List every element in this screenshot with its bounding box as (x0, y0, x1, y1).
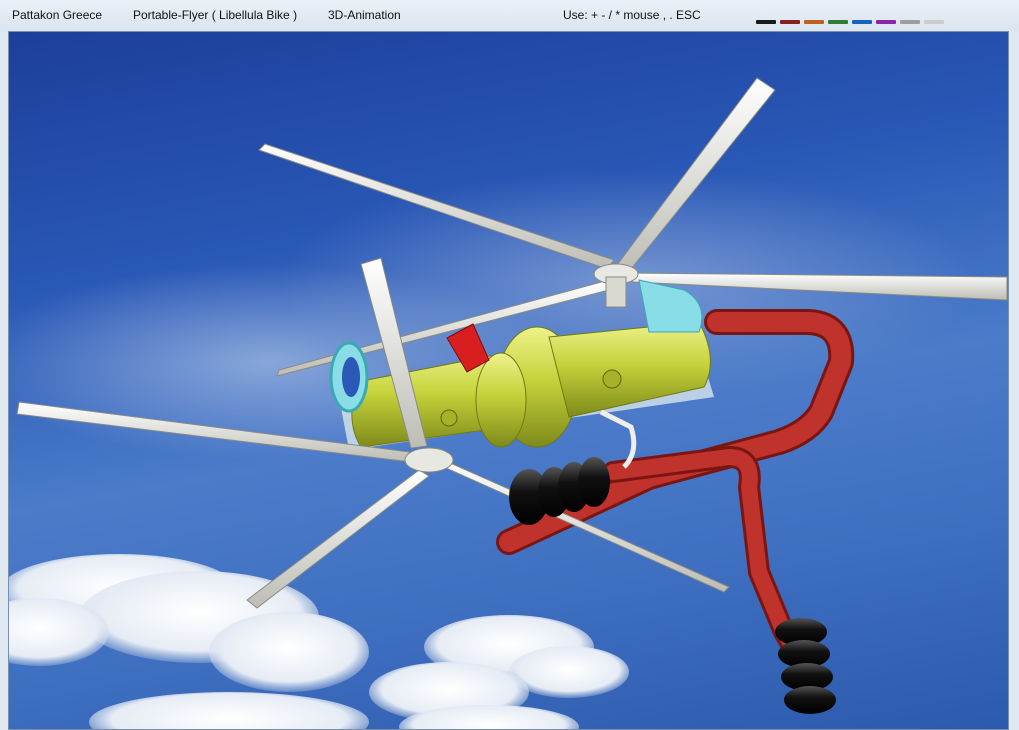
right-grip[interactable] (775, 618, 836, 714)
menu-bar: Pattakon Greece Portable-Flyer ( Libellu… (0, 0, 1019, 30)
menu-3d-animation[interactable]: 3D-Animation (328, 8, 401, 22)
controls-hint: Use: + - / * mouse , . ESC (563, 8, 701, 22)
palette-swatch[interactable] (804, 20, 824, 24)
hook (599, 409, 637, 469)
palette-swatch[interactable] (828, 20, 848, 24)
menu-pattakon-greece[interactable]: Pattakon Greece (12, 8, 102, 22)
3d-viewport[interactable] (8, 31, 1009, 730)
menu-portable-flyer[interactable]: Portable-Flyer ( Libellula Bike ) (133, 8, 297, 22)
palette-swatch[interactable] (924, 20, 944, 24)
palette-swatch[interactable] (756, 20, 776, 24)
palette-swatch[interactable] (900, 20, 920, 24)
scene-canvas[interactable] (9, 32, 1009, 730)
clouds (9, 554, 629, 729)
palette-swatch[interactable] (780, 20, 800, 24)
palette-swatch[interactable] (876, 20, 896, 24)
color-palette (756, 20, 944, 24)
palette-swatch[interactable] (852, 20, 872, 24)
